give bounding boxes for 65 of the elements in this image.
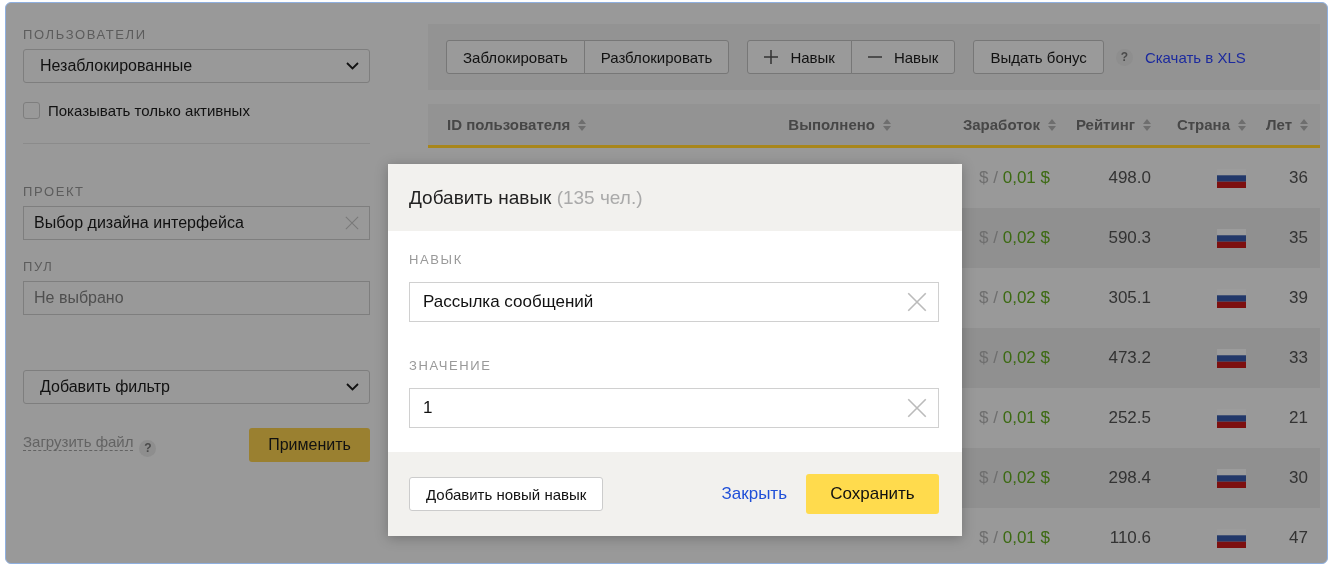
rating-cell: 110.6 [1109, 528, 1151, 548]
clear-icon[interactable] [907, 292, 927, 312]
close-link[interactable]: Закрыть [721, 484, 787, 504]
age-cell: 47 [1289, 528, 1308, 548]
column-header[interactable]: Выполнено [788, 116, 875, 133]
column-header[interactable]: Заработок [962, 116, 1040, 133]
earnings-cell: $ / 0,02 $ [979, 468, 1050, 488]
age-cell: 39 [1289, 288, 1308, 308]
age-cell: 33 [1289, 348, 1308, 368]
dialog-title: Добавить навык (135 чел.) [409, 186, 643, 209]
sort-icon[interactable] [1238, 118, 1246, 131]
text-field[interactable]: Рассылка сообщений [409, 282, 939, 322]
toolbar-button[interactable]: Навык [850, 40, 956, 74]
download-link[interactable]: Скачать в XLS [1144, 48, 1246, 66]
add-skill-button[interactable]: Добавить новый навык [409, 477, 604, 511]
flag-icon [1217, 228, 1246, 248]
apply-button[interactable]: Применить [249, 428, 370, 462]
users-select[interactable]: Незаблокированные [23, 49, 370, 83]
clear-icon[interactable] [345, 216, 359, 230]
toolbar-button[interactable]: Выдать бонус [973, 40, 1104, 74]
age-cell: 30 [1289, 468, 1308, 488]
toolbar-button[interactable]: Заблокировать [446, 40, 585, 74]
age-cell: 35 [1289, 228, 1308, 248]
age-cell: 21 [1289, 408, 1308, 428]
section-label: ПУЛ [23, 259, 54, 274]
earnings-cell: $ / 0,02 $ [979, 348, 1050, 368]
sort-icon[interactable] [883, 118, 891, 131]
age-cell: 36 [1289, 168, 1308, 188]
checkbox[interactable] [23, 101, 40, 119]
checkbox-label: Показывать только активных [48, 101, 250, 119]
section-label: ПРОЕКТ [23, 184, 85, 199]
clear-icon[interactable] [907, 398, 927, 418]
add-filter-select[interactable]: Добавить фильтр [23, 370, 370, 404]
earnings-cell: $ / 0,01 $ [979, 408, 1050, 428]
rating-cell: 305.1 [1108, 288, 1151, 308]
sort-icon[interactable] [1048, 118, 1056, 131]
sort-icon[interactable] [1300, 118, 1308, 131]
column-header[interactable]: Рейтинг [1075, 116, 1135, 133]
earnings-cell: $ / 0,02 $ [979, 228, 1050, 248]
field-label: ЗНАЧЕНИЕ [409, 358, 492, 373]
sort-icon[interactable] [578, 118, 587, 131]
field-label: НАВЫК [409, 252, 463, 267]
column-header[interactable]: ID пользователя [447, 116, 571, 133]
rating-cell: 252.5 [1108, 408, 1151, 428]
chevron-down-icon [346, 383, 359, 391]
earnings-cell: $ / 0,01 $ [979, 528, 1050, 548]
rating-cell: 298.4 [1108, 468, 1151, 488]
column-header[interactable]: Лет [1266, 116, 1292, 133]
save-button[interactable]: Сохранить [806, 474, 939, 514]
sort-icon[interactable] [1143, 118, 1151, 131]
rating-cell: 473.2 [1108, 348, 1151, 368]
chevron-down-icon [346, 62, 359, 70]
column-header[interactable]: Страна [1176, 116, 1230, 133]
flag-icon [1217, 348, 1246, 368]
text-field[interactable]: 1 [409, 388, 939, 428]
toolbar-button[interactable]: Навык [747, 40, 852, 74]
plus-icon [764, 50, 779, 64]
section-label: ПОЛЬЗОВАТЕЛИ [23, 27, 147, 42]
flag-icon [1217, 468, 1246, 488]
earnings-cell: $ / 0,02 $ [979, 288, 1050, 308]
rating-cell: 590.3 [1108, 228, 1151, 248]
earnings-cell: $ / 0,01 $ [979, 168, 1050, 188]
toolbar-button[interactable]: Разблокировать [583, 40, 730, 74]
rating-cell: 498.0 [1108, 168, 1151, 188]
project-field[interactable]: Выбор дизайна интерфейса [23, 206, 370, 240]
